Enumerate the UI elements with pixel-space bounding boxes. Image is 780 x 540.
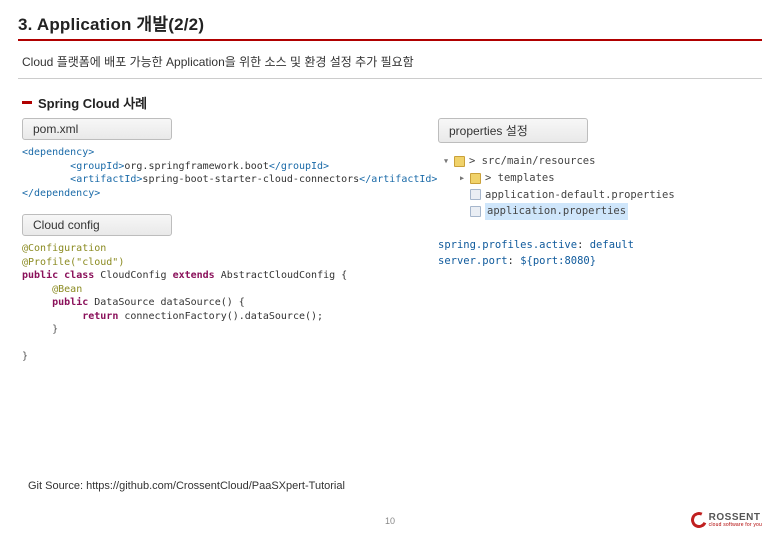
- xml-tag: </groupId>: [269, 161, 329, 172]
- xml-tag: </dependency>: [22, 188, 100, 199]
- slide-page: 3. Application 개발(2/2) Cloud 플랫폼에 배포 가능한…: [0, 0, 780, 540]
- properties-code-block: spring.profiles.active: default server.p…: [438, 238, 758, 270]
- brand-logo: ROSSENT cloud software for you: [691, 512, 762, 528]
- title-bar: 3. Application 개발(2/2): [18, 10, 762, 41]
- tree-row-templates: ▸ > templates: [442, 170, 758, 187]
- properties-line: spring.profiles.active: default: [438, 238, 758, 254]
- pom-code-block: <dependency> <groupId>org.springframewor…: [22, 146, 382, 200]
- java-brace: }: [22, 351, 28, 362]
- cloud-config-code-block: @Configuration @Profile("cloud") public …: [22, 242, 382, 364]
- xml-text: spring-boot-starter-cloud-connectors: [142, 174, 359, 185]
- tree-row-root: ▾ > src/main/resources: [442, 153, 758, 170]
- xml-tag: </artifactId>: [359, 174, 437, 185]
- prop-value: ${port:8080}: [520, 255, 596, 267]
- caret-right-icon: ▸: [458, 170, 466, 187]
- tree-row-app-default: application-default.properties: [442, 187, 758, 204]
- section-heading: Spring Cloud 사례: [22, 93, 762, 112]
- prop-value: default: [590, 239, 634, 251]
- java-keyword: class: [64, 270, 94, 281]
- java-keyword: public: [52, 297, 88, 308]
- brand-tagline: cloud software for you: [709, 522, 762, 528]
- folder-icon: [454, 156, 465, 167]
- section-mark-icon: [22, 101, 32, 104]
- java-type: DataSource: [94, 297, 154, 308]
- description-row: Cloud 플랫폼에 배포 가능한 Application을 위한 소스 및 환…: [18, 49, 762, 79]
- tree-label: > src/main/resources: [469, 153, 595, 170]
- page-title: 3. Application 개발(2/2): [18, 10, 762, 35]
- tree-file-name: application-default.properties: [485, 187, 675, 204]
- label-cloud-config: Cloud config: [22, 214, 172, 236]
- java-class: CloudConfig: [100, 270, 166, 281]
- tree-folder-name: templates: [498, 172, 555, 184]
- properties-line: server.port: ${port:8080}: [438, 254, 758, 270]
- file-icon: [470, 189, 481, 200]
- java-brace: }: [52, 324, 58, 335]
- java-class: AbstractCloudConfig {: [221, 270, 347, 281]
- prop-key: spring.profiles.active: [438, 239, 577, 251]
- label-pom: pom.xml: [22, 118, 172, 140]
- page-number: 10: [385, 516, 395, 526]
- caret-down-icon: ▾: [442, 153, 450, 170]
- brand-text-wrap: ROSSENT cloud software for you: [709, 512, 762, 528]
- java-keyword: public: [22, 270, 58, 281]
- file-icon: [470, 206, 481, 217]
- tree-path: src/main/resources: [482, 155, 596, 167]
- java-keyword: return: [82, 311, 118, 322]
- folder-icon: [470, 173, 481, 184]
- xml-tag: <groupId>: [70, 161, 124, 172]
- resource-tree: ▾ > src/main/resources ▸ > templates app…: [442, 153, 758, 220]
- tree-row-app-props: application.properties: [442, 203, 758, 220]
- java-annotation: @Configuration: [22, 243, 106, 254]
- java-keyword: extends: [173, 270, 215, 281]
- section-title: Spring Cloud 사례: [38, 93, 147, 112]
- tree-label: > templates: [485, 170, 555, 187]
- right-column: properties 설정 ▾ > src/main/resources ▸ >…: [438, 118, 758, 270]
- label-properties: properties 설정: [438, 118, 588, 143]
- java-method: dataSource() {: [161, 297, 245, 308]
- description-text: Cloud 플랫폼에 배포 가능한 Application을 위한 소스 및 환…: [22, 53, 762, 70]
- java-annotation: @Profile("cloud"): [22, 257, 124, 268]
- xml-tag: <artifactId>: [70, 174, 142, 185]
- prop-key: server.port: [438, 255, 508, 267]
- xml-text: org.springframework.boot: [124, 161, 269, 172]
- xml-tag: <dependency>: [22, 147, 94, 158]
- brand-mark-icon: [688, 510, 709, 531]
- git-source-link: Git Source: https://github.com/CrossentC…: [28, 480, 345, 492]
- tree-file-name-selected: application.properties: [485, 203, 628, 220]
- left-column: pom.xml <dependency> <groupId>org.spring…: [22, 118, 382, 378]
- java-annotation: @Bean: [52, 284, 82, 295]
- java-expression: connectionFactory().dataSource();: [124, 311, 323, 322]
